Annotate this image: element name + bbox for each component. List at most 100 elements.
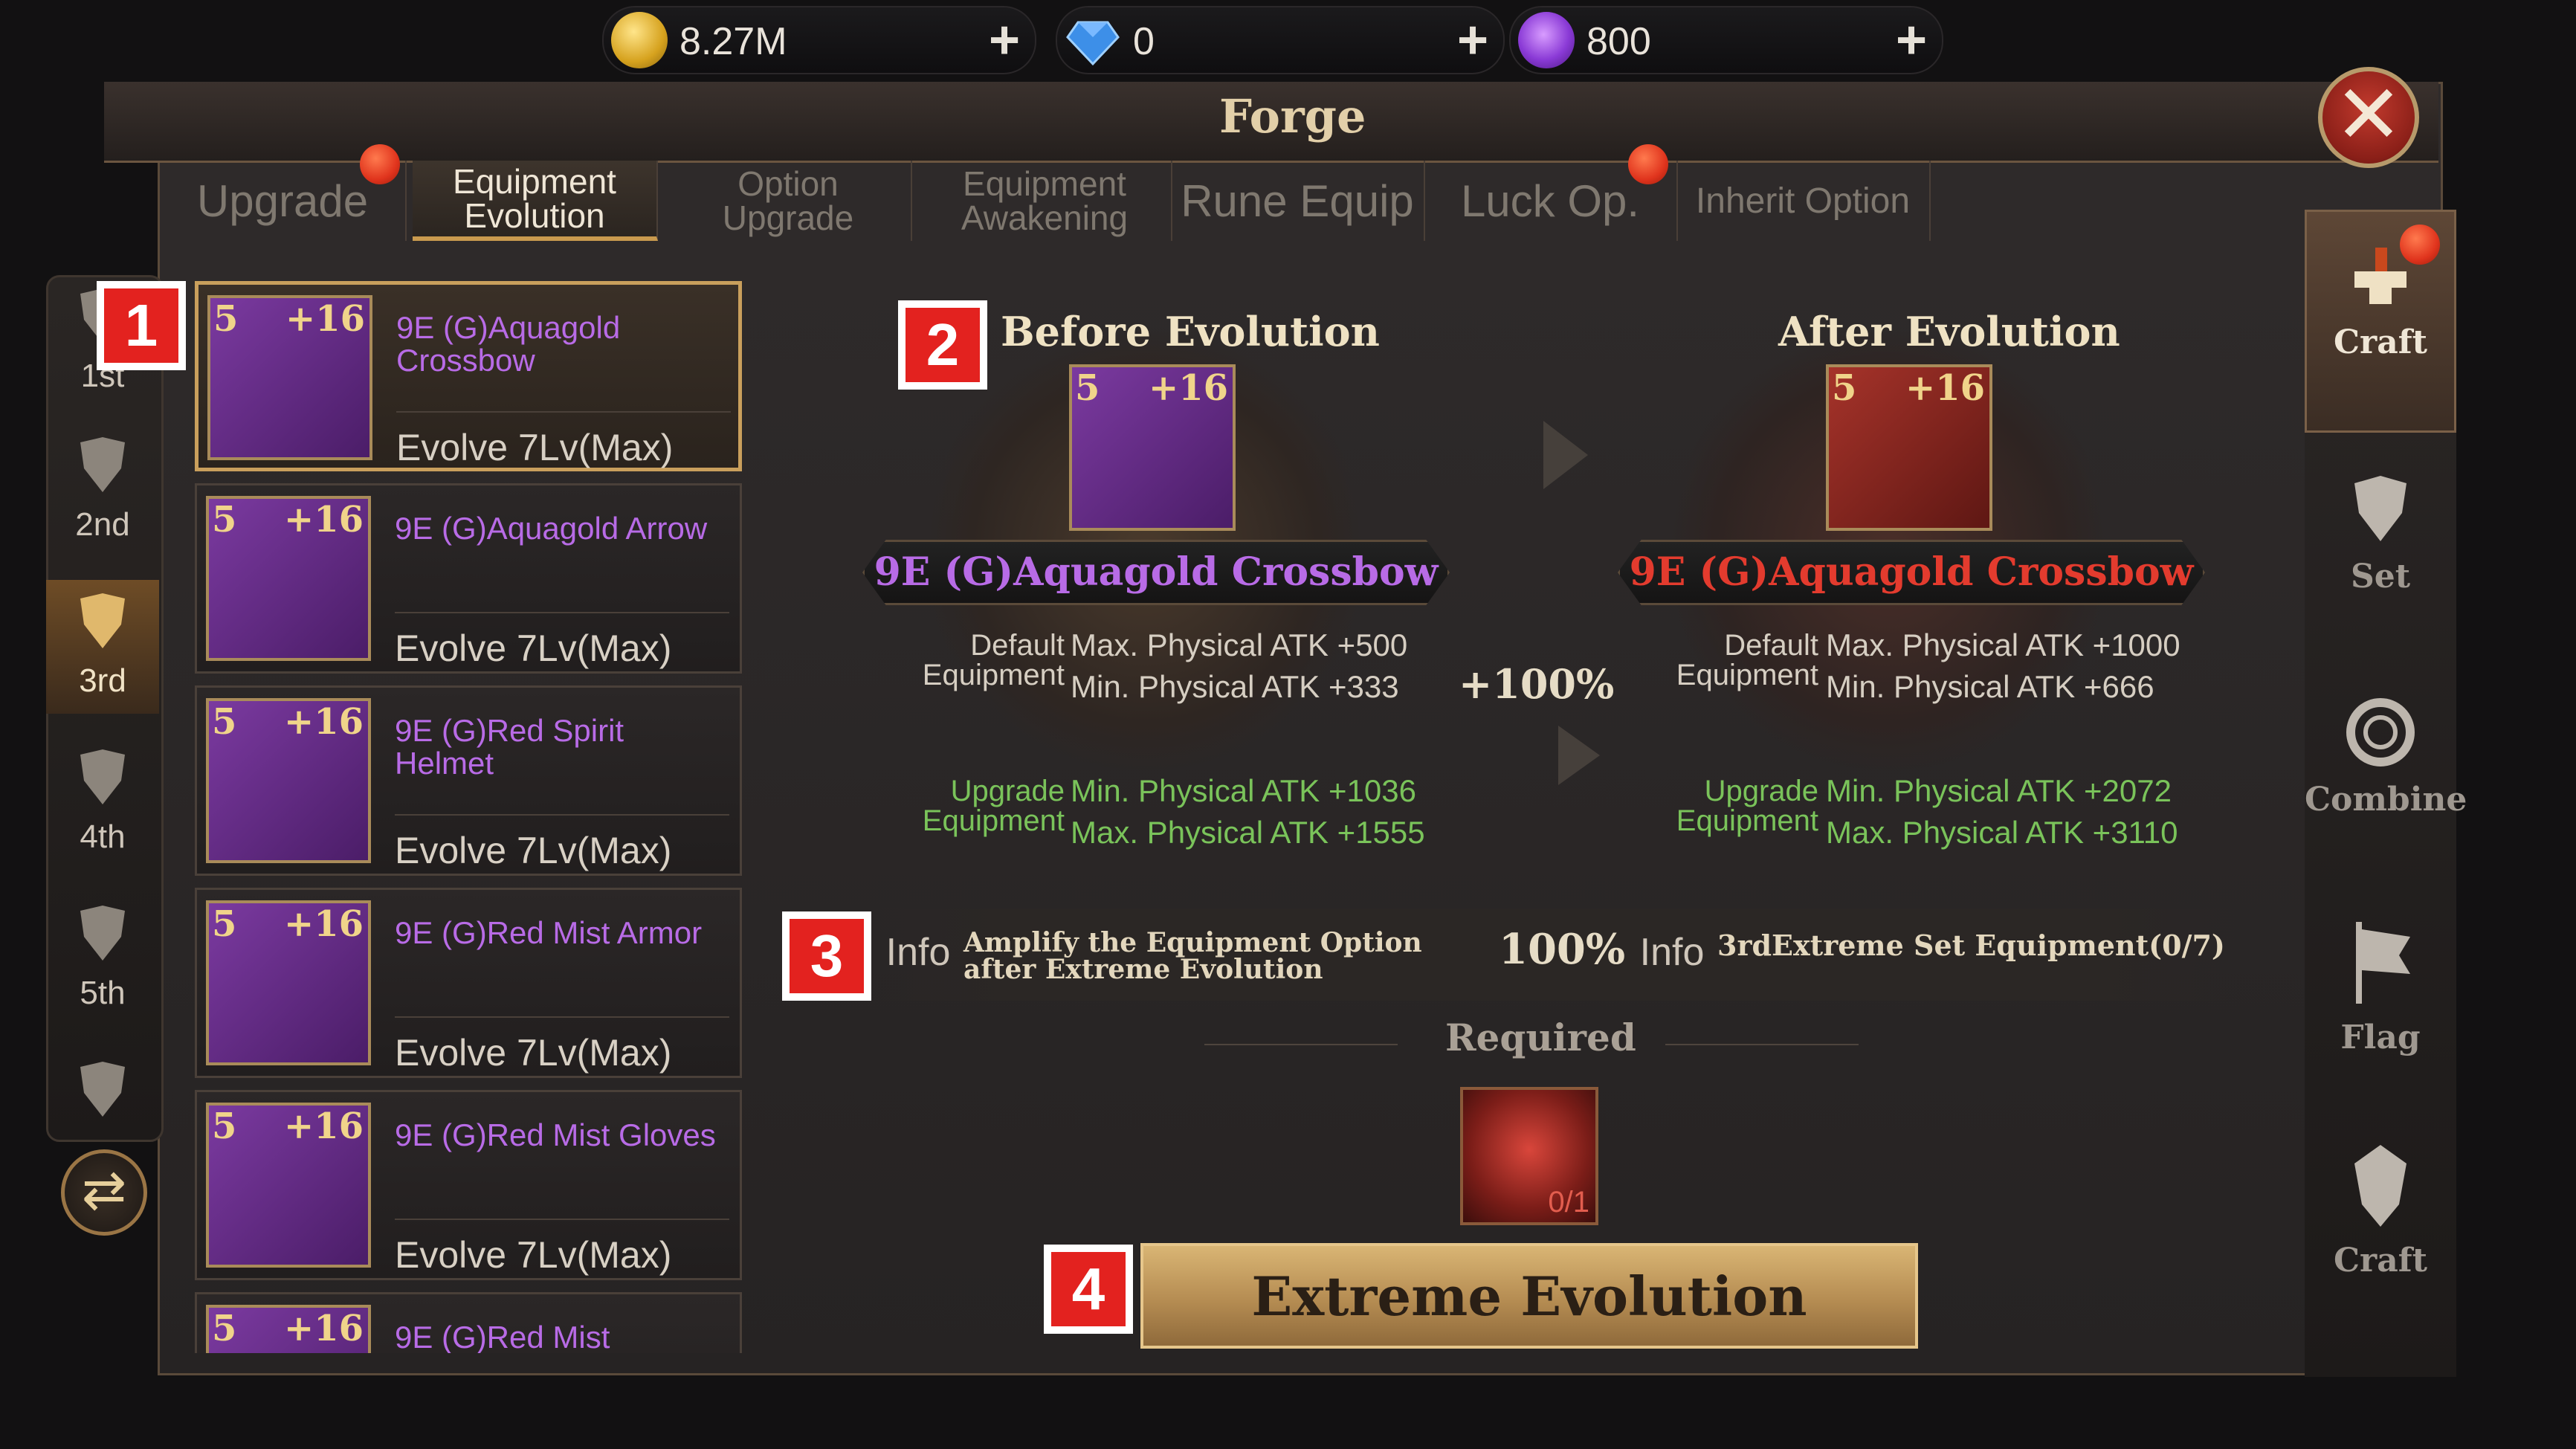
crossbow-icon: 5 +16 bbox=[207, 295, 372, 460]
tab-option-upgrade[interactable]: Option Upgrade bbox=[665, 161, 912, 241]
item-name: 9E (G)Aquagold Arrow bbox=[395, 511, 708, 546]
armor-icon bbox=[80, 437, 125, 492]
diamond-amount: 0 bbox=[1133, 20, 1155, 63]
info-set-text: 3rdExtreme Set Equipment(0/7) bbox=[1717, 929, 2225, 962]
tier-4th[interactable]: 4th bbox=[46, 743, 159, 862]
armor-icon bbox=[80, 906, 125, 961]
arrow-quiver-icon: 5 +16 bbox=[206, 496, 371, 661]
before-default-stat: Min. Physical ATK +333 bbox=[1071, 669, 1399, 704]
marker-4: 4 bbox=[1044, 1245, 1133, 1334]
sidebar-craft-2[interactable]: Craft bbox=[2305, 1115, 2456, 1338]
swap-arrows-icon: ⇄ bbox=[81, 1161, 127, 1220]
info-amplify-value: 100% bbox=[1499, 925, 1626, 974]
marker-3: 3 bbox=[782, 911, 871, 1001]
close-icon: ✕ bbox=[2334, 69, 2404, 161]
marker-1: 1 bbox=[97, 281, 186, 370]
item-name: 9E (G)Red Mist bbox=[395, 1320, 610, 1354]
extreme-evolution-button[interactable]: Extreme Evolution bbox=[1140, 1243, 1918, 1349]
armor-icon bbox=[80, 593, 125, 648]
after-default-label: Default Equipment bbox=[1676, 629, 1818, 691]
before-default-label: Default Equipment bbox=[922, 629, 1065, 691]
add-purple-button[interactable]: + bbox=[1896, 12, 1927, 68]
material-gem-icon[interactable]: 0/1 bbox=[1460, 1087, 1598, 1225]
marker-2: 2 bbox=[898, 300, 987, 390]
sidebar-set[interactable]: Set bbox=[2305, 446, 2456, 669]
armor-piece-icon: 5 +16 bbox=[206, 900, 371, 1065]
add-diamond-button[interactable]: + bbox=[1457, 12, 1488, 68]
list-item[interactable]: 5 +16 9E (G)Aquagold Crossbow Evolve 7Lv(… bbox=[195, 281, 742, 471]
luck-op-notification-dot bbox=[1628, 144, 1668, 184]
increase-percent: +100% bbox=[1459, 660, 1615, 708]
tab-label: Upgrade bbox=[196, 175, 369, 226]
crest-icon bbox=[2354, 1145, 2406, 1227]
after-item-name: 9E (G)Aquagold Crossbow bbox=[1629, 549, 2194, 595]
flag-icon bbox=[2356, 922, 2410, 1004]
gold-coin-icon bbox=[611, 12, 668, 68]
after-upgrade-stat: Min. Physical ATK +2072 bbox=[1826, 773, 2172, 808]
craft-notification-dot bbox=[2400, 225, 2440, 265]
item-name: 9E (G)Aquagold Crossbow bbox=[396, 310, 621, 378]
after-upgrade-label: Upgrade Equipment bbox=[1676, 775, 1818, 837]
after-upgrade-stat: Max. Physical ATK +3110 bbox=[1826, 815, 2178, 850]
ring-icon bbox=[2346, 698, 2415, 767]
tab-label: Option Upgrade bbox=[722, 164, 854, 237]
armor-icon bbox=[80, 749, 125, 804]
list-item[interactable]: 5 +16 9E (G)Red Mist bbox=[195, 1292, 742, 1353]
tier-2nd[interactable]: 2nd bbox=[46, 431, 159, 550]
sidebar-label: Set bbox=[2350, 558, 2411, 596]
arrow-right-icon bbox=[1558, 726, 1600, 785]
sidebar-flag[interactable]: Flag bbox=[2305, 892, 2456, 1115]
material-count: 0/1 bbox=[1548, 1186, 1589, 1219]
helmet-icon: 5 +16 bbox=[206, 698, 371, 863]
gold-currency: 8.27M + bbox=[602, 6, 1036, 74]
tab-bar: Upgrade Equipment Evolution Option Upgra… bbox=[160, 161, 2301, 241]
equipment-list[interactable]: 5 +16 9E (G)Aquagold Crossbow Evolve 7Lv(… bbox=[177, 260, 757, 1353]
info-badge[interactable]: Info bbox=[885, 919, 952, 986]
armor-icon bbox=[80, 1062, 125, 1117]
add-gold-button[interactable]: + bbox=[989, 12, 1020, 68]
before-upgrade-stat: Min. Physical ATK +1036 bbox=[1071, 773, 1416, 808]
tab-label: Equipment Evolution bbox=[453, 162, 616, 235]
purple-currency: 800 + bbox=[1509, 6, 1943, 74]
item-evolve-level: Evolve 7Lv(Max) bbox=[395, 627, 672, 669]
tab-equipment-evolution[interactable]: Equipment Evolution bbox=[413, 161, 658, 241]
close-button[interactable]: ✕ bbox=[2318, 67, 2419, 168]
after-crossbow-icon: 5 +16 bbox=[1826, 364, 1992, 531]
tab-inherit-option[interactable]: Inherit Option bbox=[1676, 161, 1931, 241]
required-label: Required bbox=[1445, 1016, 1636, 1059]
armor-set-icon bbox=[2354, 476, 2406, 541]
list-item[interactable]: 5 +16 9E (G)Aquagold Arrow Evolve 7Lv(Max… bbox=[195, 483, 742, 674]
diamond-icon bbox=[1065, 12, 1121, 68]
item-name: 9E (G)Red Mist Armor bbox=[395, 915, 703, 950]
diamond-currency: 0 + bbox=[1056, 6, 1505, 74]
list-item[interactable]: 5 +16 9E (G)Red Spirit Helmet Evolve 7Lv(… bbox=[195, 685, 742, 876]
purple-amount: 800 bbox=[1586, 20, 1651, 63]
tab-rune-equip[interactable]: Rune Equip bbox=[1171, 161, 1425, 241]
tier-label: 2nd bbox=[75, 506, 130, 543]
tab-equipment-awakening[interactable]: Equipment Awakening bbox=[918, 161, 1172, 241]
tier-label: 5th bbox=[80, 975, 126, 1011]
tab-label: Luck Op. bbox=[1460, 175, 1640, 226]
tier-6th[interactable] bbox=[46, 1056, 159, 1130]
info-badge[interactable]: Info bbox=[1639, 919, 1705, 986]
list-item[interactable]: 5 +16 9E (G)Red Mist Armor Evolve 7Lv(Max… bbox=[195, 888, 742, 1078]
item-evolve-level: Evolve 7Lv(Max) bbox=[395, 1032, 672, 1074]
item-name: 9E (G)Red Spirit Helmet bbox=[395, 713, 624, 781]
sidebar-combine[interactable]: Combine bbox=[2305, 669, 2467, 892]
before-upgrade-stat: Max. Physical ATK +1555 bbox=[1071, 815, 1425, 850]
tab-label: Inherit Option bbox=[1695, 181, 1911, 221]
gold-amount: 8.27M bbox=[679, 20, 787, 63]
item-evolve-level: Evolve 7Lv(Max) bbox=[395, 830, 672, 871]
after-heading: After Evolution bbox=[1778, 308, 2120, 355]
after-default-stat: Min. Physical ATK +666 bbox=[1826, 669, 2154, 704]
swap-button[interactable]: ⇄ bbox=[61, 1149, 147, 1236]
tier-3rd[interactable]: 3rd bbox=[46, 580, 159, 714]
after-name-bar: 9E (G)Aquagold Crossbow bbox=[1618, 540, 2205, 605]
info-amplify-text: Amplify the Equipment Option after Extre… bbox=[963, 927, 1422, 985]
tab-label: Equipment Awakening bbox=[961, 164, 1129, 237]
list-item[interactable]: 5 +16 9E (G)Red Mist Gloves Evolve 7Lv(Ma… bbox=[195, 1090, 742, 1280]
tier-5th[interactable]: 5th bbox=[46, 900, 159, 1019]
sidebar-label: Craft bbox=[2334, 1242, 2427, 1279]
gloves-icon: 5 +16 bbox=[206, 1103, 371, 1268]
before-default-stat: Max. Physical ATK +500 bbox=[1071, 627, 1408, 662]
